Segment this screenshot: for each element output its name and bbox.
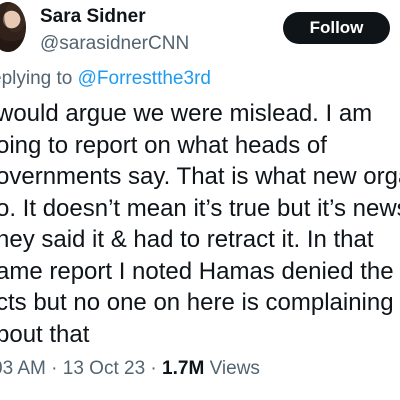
- tweet-line: would argue we were mislead. I am: [0, 100, 373, 127]
- replying-to: eplying to @Forrestthe3rd: [0, 68, 211, 90]
- tweet-line: bout that: [0, 320, 90, 348]
- tweet-meta: 03 AM · 13 Oct 23 · 1.7M Views: [0, 358, 260, 380]
- tweet-date[interactable]: 13 Oct 23: [63, 358, 145, 379]
- replying-to-label: eplying to: [0, 68, 73, 89]
- author-name[interactable]: Sara Sidner: [40, 6, 146, 28]
- tweet-line: hey said it & had to retract it. In that: [0, 226, 374, 253]
- meta-separator: ·: [145, 358, 163, 379]
- tweet-text: would argue we were mislead. I am oing t…: [0, 98, 400, 350]
- tweet-line: overnments say. That is what new orga: [0, 163, 400, 190]
- tweet-line: o. It doesn’t mean it’s true but it’s ne…: [0, 194, 400, 222]
- avatar-photo: [0, 2, 26, 52]
- author-handle[interactable]: @sarasidnerCNN: [40, 33, 189, 55]
- follow-button[interactable]: Follow: [283, 12, 390, 44]
- views-count: 1.7M: [162, 358, 205, 379]
- views-label: Views: [204, 358, 260, 379]
- tweet-line: cts but no one on here is complaining: [0, 289, 394, 316]
- meta-separator: ·: [45, 358, 63, 379]
- tweet-line: ame report I noted Hamas denied the: [0, 257, 394, 285]
- tweet-line: oing to report on what heads of: [0, 131, 327, 159]
- tweet-time[interactable]: 03 AM: [0, 358, 46, 379]
- avatar[interactable]: [0, 2, 26, 52]
- mention-link[interactable]: @Forrestthe3rd: [78, 68, 211, 89]
